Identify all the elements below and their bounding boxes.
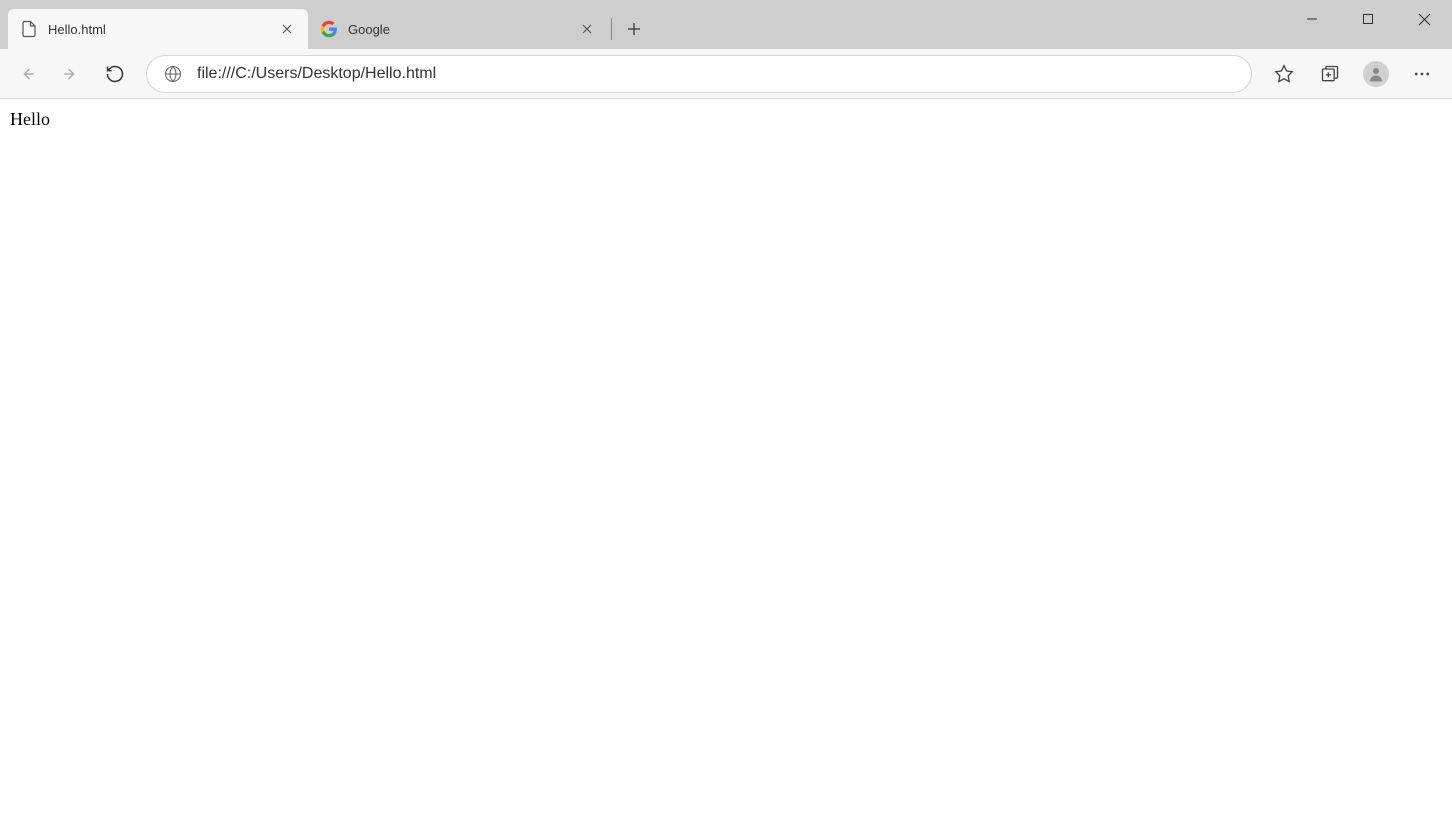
url-input[interactable]: [191, 65, 1243, 83]
new-tab-button[interactable]: [619, 14, 649, 44]
collections-button[interactable]: [1308, 54, 1352, 94]
back-button[interactable]: [6, 54, 48, 94]
tab-title: Google: [348, 22, 578, 37]
tab-divider: [611, 18, 612, 40]
tab-close-button[interactable]: [278, 20, 296, 38]
body-text: Hello: [10, 109, 50, 129]
tab-close-button[interactable]: [578, 20, 596, 38]
more-menu-button[interactable]: [1400, 54, 1444, 94]
google-icon: [320, 20, 338, 38]
profile-button[interactable]: [1354, 54, 1398, 94]
forward-button[interactable]: [50, 54, 92, 94]
title-bar: Hello.html: [0, 0, 1452, 49]
minimize-button[interactable]: [1284, 0, 1340, 38]
tab-google[interactable]: Google: [308, 9, 608, 49]
close-window-button[interactable]: [1396, 0, 1452, 38]
tab-title: Hello.html: [48, 22, 278, 37]
toolbar-right: [1262, 54, 1446, 94]
window-controls: [1284, 0, 1452, 38]
site-info-button[interactable]: [155, 59, 191, 89]
favorites-button[interactable]: [1262, 54, 1306, 94]
tabs-area: Hello.html: [0, 0, 1452, 49]
maximize-button[interactable]: [1340, 0, 1396, 38]
file-icon: [20, 20, 38, 38]
tab-hello[interactable]: Hello.html: [8, 9, 308, 49]
browser-window: Hello.html: [0, 0, 1452, 817]
toolbar: [0, 49, 1452, 99]
refresh-button[interactable]: [94, 54, 136, 94]
page-content: Hello: [0, 99, 1452, 817]
address-bar[interactable]: [146, 55, 1252, 93]
avatar-icon: [1363, 61, 1389, 87]
